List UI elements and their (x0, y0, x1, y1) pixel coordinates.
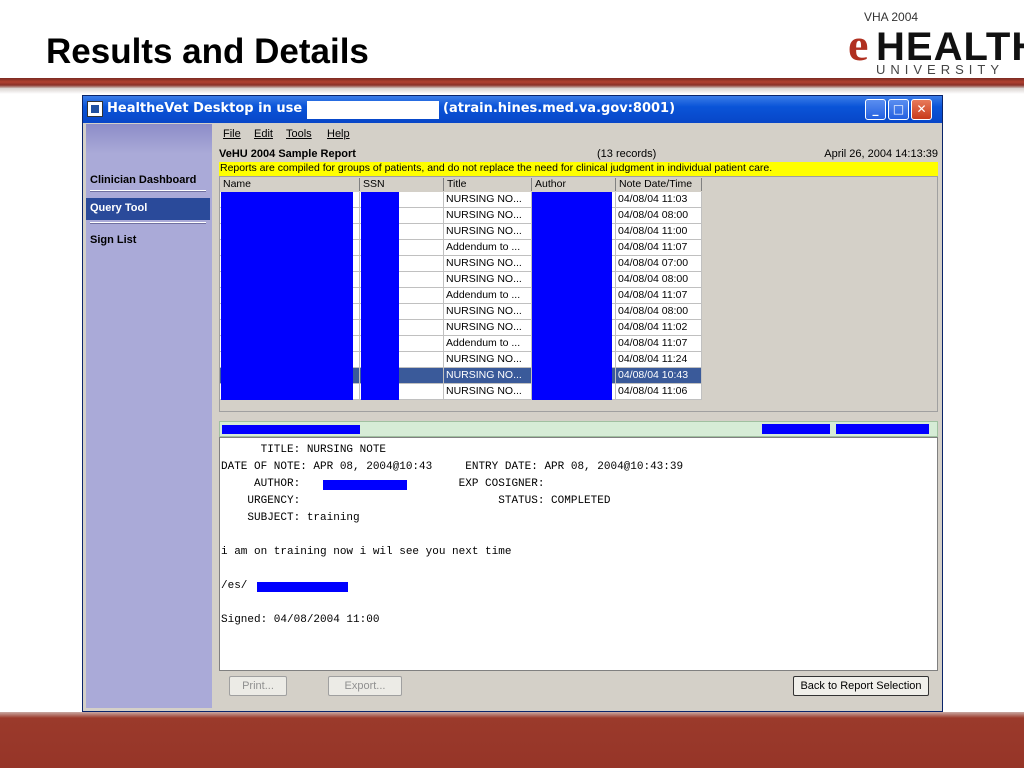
sidebar-item-sign-list[interactable]: Sign List (90, 234, 136, 246)
patient-ssns-redacted (361, 192, 399, 400)
bottom-decorative-band (0, 712, 1024, 768)
menu-help[interactable]: Help (327, 128, 350, 140)
patient-info-redacted (836, 424, 929, 434)
note-header-strip (219, 421, 938, 437)
author-name-redacted (323, 480, 407, 490)
patient-names-redacted (221, 192, 353, 400)
close-button[interactable]: ✕ (911, 99, 932, 120)
clinical-warning-banner: Reports are compiled for groups of patie… (219, 162, 938, 176)
cell-title[interactable]: NURSING NO... (444, 368, 532, 384)
authors-redacted (532, 192, 612, 400)
report-name: VeHU 2004 Sample Report (219, 148, 356, 160)
cell-note-datetime[interactable]: 04/08/04 11:03 (616, 192, 702, 208)
cell-title[interactable]: NURSING NO... (444, 208, 532, 224)
cell-title[interactable]: NURSING NO... (444, 352, 532, 368)
cell-title[interactable]: NURSING NO... (444, 320, 532, 336)
cell-title[interactable]: NURSING NO... (444, 272, 532, 288)
cell-note-datetime[interactable]: 04/08/04 07:00 (616, 256, 702, 272)
app-icon (87, 101, 103, 117)
cell-title[interactable]: NURSING NO... (444, 192, 532, 208)
print-button[interactable]: Print... (229, 676, 287, 696)
window-title-server: (atrain.hines.med.va.gov:8001) (443, 101, 676, 116)
cell-note-datetime[interactable]: 04/08/04 08:00 (616, 304, 702, 320)
user-name-redacted (307, 101, 439, 119)
top-decorative-band (0, 78, 1024, 88)
results-table: Name SSN Title Author Note Date/Time NUR… (219, 176, 938, 412)
cell-title[interactable]: NURSING NO... (444, 224, 532, 240)
note-detail-panel[interactable]: TITLE: NURSING NOTE DATE OF NOTE: APR 08… (219, 437, 938, 671)
cell-title[interactable]: NURSING NO... (444, 304, 532, 320)
export-button[interactable]: Export... (328, 676, 402, 696)
column-header-note-datetime[interactable]: Note Date/Time (616, 178, 702, 191)
cell-note-datetime[interactable]: 04/08/04 11:24 (616, 352, 702, 368)
report-header: VeHU 2004 Sample Report (13 records) Apr… (219, 148, 938, 162)
report-date: April 26, 2004 14:13:39 (824, 148, 938, 160)
menu-tools[interactable]: Tools (286, 128, 312, 140)
sidebar-item-query-tool[interactable]: Query Tool (86, 198, 210, 220)
menu-file[interactable]: File (223, 128, 241, 140)
patient-info-redacted (762, 424, 830, 434)
cell-note-datetime[interactable]: 04/08/04 11:07 (616, 288, 702, 304)
patient-name-redacted (222, 425, 360, 434)
note-text: TITLE: NURSING NOTE DATE OF NOTE: APR 08… (221, 444, 684, 626)
cell-note-datetime[interactable]: 04/08/04 11:07 (616, 336, 702, 352)
sidebar-divider (90, 190, 206, 192)
cell-note-datetime[interactable]: 04/08/04 10:43 (616, 368, 702, 384)
column-header-ssn[interactable]: SSN (360, 178, 444, 191)
column-header-title[interactable]: Title (444, 178, 532, 191)
window-titlebar[interactable]: HealtheVet Desktop in use by: (atrain.hi… (83, 96, 942, 123)
cell-note-datetime[interactable]: 04/08/04 08:00 (616, 208, 702, 224)
logo-university-text: UNIVERSITY (876, 62, 1005, 77)
menu-edit[interactable]: Edit (254, 128, 273, 140)
window-title-prefix: HealtheVet Desktop in use by: (107, 101, 330, 116)
minimize-button[interactable]: _ (865, 99, 886, 120)
healthevet-window: HealtheVet Desktop in use by: (atrain.hi… (82, 95, 943, 712)
maximize-button[interactable]: □ (888, 99, 909, 120)
cell-title[interactable]: Addendum to ... (444, 336, 532, 352)
cell-note-datetime[interactable]: 04/08/04 11:06 (616, 384, 702, 400)
cell-note-datetime[interactable]: 04/08/04 11:07 (616, 240, 702, 256)
top-decorative-fade (0, 88, 1024, 94)
cell-note-datetime[interactable]: 04/08/04 11:02 (616, 320, 702, 336)
record-count: (13 records) (597, 148, 657, 160)
cell-note-datetime[interactable]: 04/08/04 08:00 (616, 272, 702, 288)
logo-e-letter: e (848, 19, 869, 70)
signature-redacted (257, 582, 348, 592)
sidebar-header (86, 124, 212, 154)
cell-title[interactable]: NURSING NO... (444, 256, 532, 272)
slide-title: Results and Details (46, 32, 369, 71)
cell-title[interactable]: Addendum to ... (444, 288, 532, 304)
sidebar: Clinician Dashboard Query Tool Sign List (86, 124, 212, 708)
logo-vha-text: VHA 2004 (864, 10, 919, 24)
ehealth-university-logo: VHA 2004 e HEALTH UNIVERSITY (846, 6, 1024, 78)
sidebar-item-clinician-dashboard[interactable]: Clinician Dashboard (90, 174, 196, 186)
cell-note-datetime[interactable]: 04/08/04 11:00 (616, 224, 702, 240)
column-header-name[interactable]: Name (220, 178, 360, 191)
back-to-report-selection-button[interactable]: Back to Report Selection (793, 676, 929, 696)
sidebar-divider (90, 222, 206, 224)
main-panel: File Edit Tools Help VeHU 2004 Sample Re… (213, 124, 940, 708)
column-header-author[interactable]: Author (532, 178, 616, 191)
cell-title[interactable]: NURSING NO... (444, 384, 532, 400)
cell-title[interactable]: Addendum to ... (444, 240, 532, 256)
